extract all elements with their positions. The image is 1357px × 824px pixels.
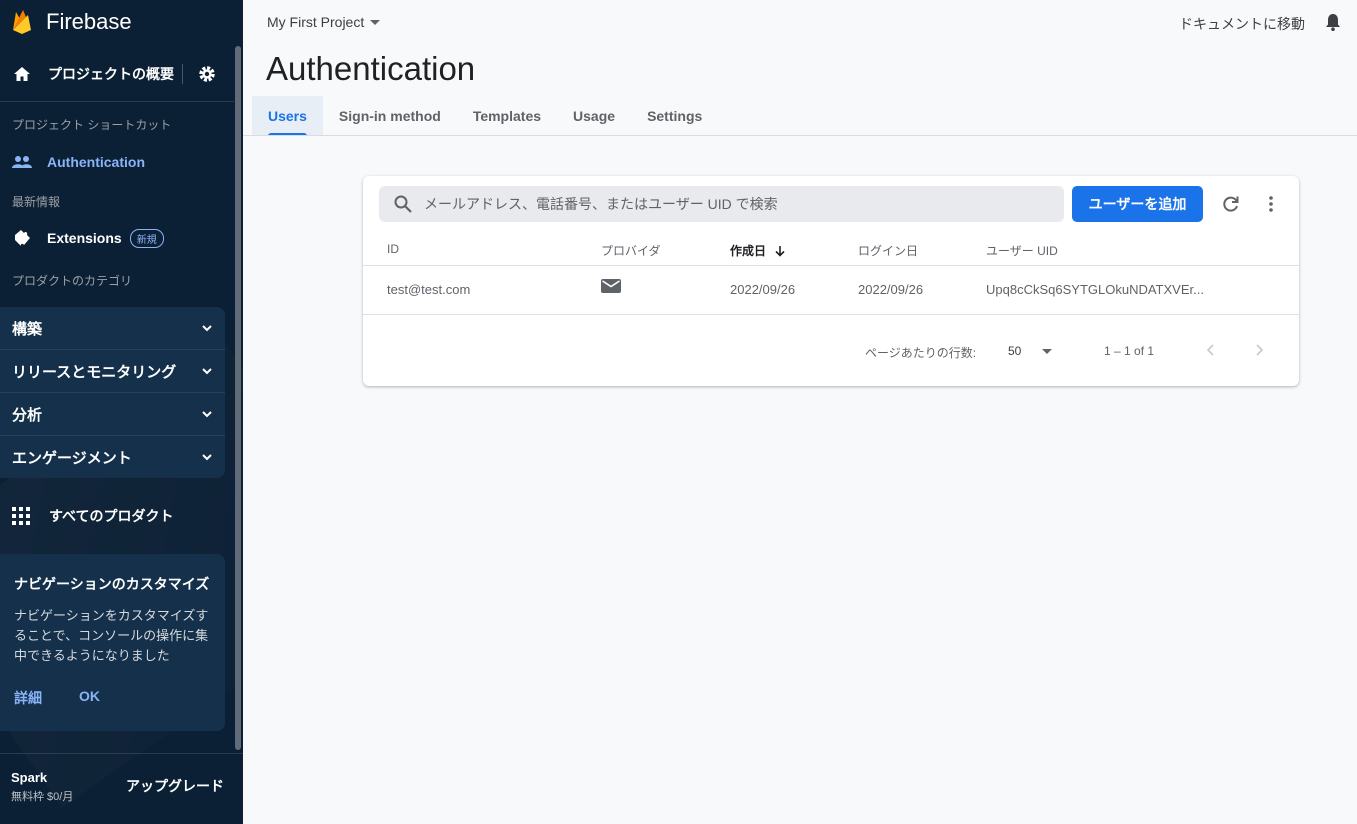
chevron-down-icon [202, 411, 212, 418]
details-link[interactable]: 詳細 [14, 688, 42, 708]
sidebar-item-authentication[interactable]: Authentication [0, 146, 234, 178]
sidebar-item-label: Extensions [47, 230, 122, 246]
categories-section-label: プロダクトのカテゴリ [12, 274, 133, 288]
customize-card-body: ナビゲーションをカスタマイズすることで、コンソールの操作に集中できるようになりま… [14, 608, 209, 663]
plan-name: Spark [11, 770, 48, 785]
plan-footer: Spark 無料枠 $0/月 アップグレード [0, 753, 243, 813]
divider [182, 64, 183, 84]
column-header-label: ID [387, 242, 399, 256]
project-name: My First Project [267, 14, 365, 30]
sidebar-item-extensions[interactable]: Extensions 新規 [0, 222, 234, 254]
column-header-created[interactable]: 作成日 [730, 242, 786, 259]
users-card: ユーザーを追加 ID プロバイダ 作成日 ログイン日 ユーザー UID test… [363, 176, 1299, 386]
search-input[interactable] [424, 196, 1044, 212]
column-header-label: プロバイダ [601, 244, 661, 258]
user-signed-in: 2022/09/26 [858, 282, 924, 297]
category-analytics[interactable]: 分析 [0, 393, 225, 436]
divider [243, 135, 1357, 136]
ok-button[interactable]: OK [79, 688, 100, 708]
divider [363, 314, 1299, 315]
divider [0, 101, 234, 102]
tab-usage[interactable]: Usage [557, 96, 631, 136]
gear-icon[interactable] [197, 64, 217, 84]
category-label: 分析 [12, 406, 43, 424]
arrow-down-icon [775, 245, 785, 257]
chevron-down-icon [202, 368, 212, 375]
home-icon [14, 67, 30, 81]
apps-grid-icon [12, 507, 30, 525]
people-icon [12, 152, 32, 172]
column-header-label: ログイン日 [858, 244, 919, 258]
user-uid: Upq8cCkSq6SYTGLOkuNDATXVEr... [986, 282, 1204, 297]
divider [363, 265, 1299, 266]
column-header-provider[interactable]: プロバイダ [601, 242, 661, 259]
rows-per-page-label: ページあたりの行数: [865, 346, 977, 360]
plan-detail: 無料枠 $0/月 [11, 791, 74, 803]
user-created: 2022/09/26 [730, 282, 796, 297]
category-group: 構築 リリースとモニタリング 分析 エンゲージメント [0, 307, 225, 478]
caret-down-icon [370, 19, 381, 25]
brand[interactable]: Firebase [0, 0, 243, 44]
search-icon [394, 195, 412, 213]
customize-nav-card: ナビゲーションのカスタマイズ ナビゲーションをカスタマイズすることで、コンソール… [0, 554, 225, 731]
more-vert-icon[interactable] [1261, 194, 1281, 214]
category-release-monitor[interactable]: リリースとモニタリング [0, 350, 225, 393]
column-header-signed-in[interactable]: ログイン日 [858, 242, 918, 259]
chevron-left-icon[interactable] [1203, 342, 1219, 358]
chevron-down-icon [202, 454, 212, 461]
page-title: Authentication [266, 50, 476, 87]
customize-card-title: ナビゲーションのカスタマイズ [14, 576, 210, 592]
caret-down-icon[interactable] [1042, 349, 1052, 354]
refresh-icon[interactable] [1221, 194, 1241, 214]
category-engage[interactable]: エンゲージメント [0, 436, 225, 479]
chevron-right-icon[interactable] [1251, 342, 1267, 358]
category-label: リリースとモニタリング [12, 363, 177, 381]
docs-link[interactable]: ドキュメントに移動 [1179, 14, 1305, 34]
project-overview-label: プロジェクトの概要 [48, 66, 174, 82]
brand-title: Firebase [46, 9, 132, 34]
all-products-label: すべてのプロダクト [49, 508, 174, 524]
tab-settings[interactable]: Settings [631, 96, 718, 136]
all-products-link[interactable]: すべてのプロダクト [0, 500, 234, 532]
project-selector[interactable]: My First Project [267, 14, 381, 30]
tab-templates[interactable]: Templates [457, 96, 557, 136]
column-header-uid[interactable]: ユーザー UID [986, 242, 1058, 259]
pagination-range: 1 – 1 of 1 [1104, 344, 1155, 358]
tab-users[interactable]: Users [252, 96, 323, 136]
user-id: test@test.com [387, 282, 471, 297]
column-header-label: 作成日 [730, 244, 767, 258]
rows-per-page-select[interactable]: 50 [1008, 344, 1021, 358]
bell-icon[interactable] [1323, 12, 1343, 32]
sidebar: Firebase プロジェクトの概要 プロジェクト ショートカット Authen… [0, 0, 243, 824]
extensions-icon [12, 228, 32, 248]
category-build[interactable]: 構築 [0, 307, 225, 350]
new-badge: 新規 [129, 228, 164, 248]
upgrade-button[interactable]: アップグレード [126, 776, 224, 796]
add-user-button[interactable]: ユーザーを追加 [1072, 186, 1203, 222]
sidebar-item-label: Authentication [47, 154, 145, 170]
category-label: 構築 [12, 320, 43, 338]
shortcuts-section-label: プロジェクト ショートカット [12, 118, 172, 132]
tab-bar: Users Sign-in method Templates Usage Set… [252, 96, 718, 136]
column-header-id[interactable]: ID [387, 242, 399, 256]
project-overview-link[interactable]: プロジェクトの概要 [0, 52, 234, 96]
category-label: エンゲージメント [12, 450, 132, 467]
tab-sign-in-method[interactable]: Sign-in method [323, 96, 457, 136]
firebase-logo-icon [13, 10, 31, 34]
chevron-down-icon [202, 325, 212, 332]
latest-section-label: 最新情報 [12, 195, 61, 209]
search-bar[interactable] [379, 186, 1064, 222]
sidebar-scrollbar[interactable] [235, 46, 241, 750]
mail-icon [601, 279, 621, 293]
column-header-label: ユーザー UID [986, 244, 1058, 258]
